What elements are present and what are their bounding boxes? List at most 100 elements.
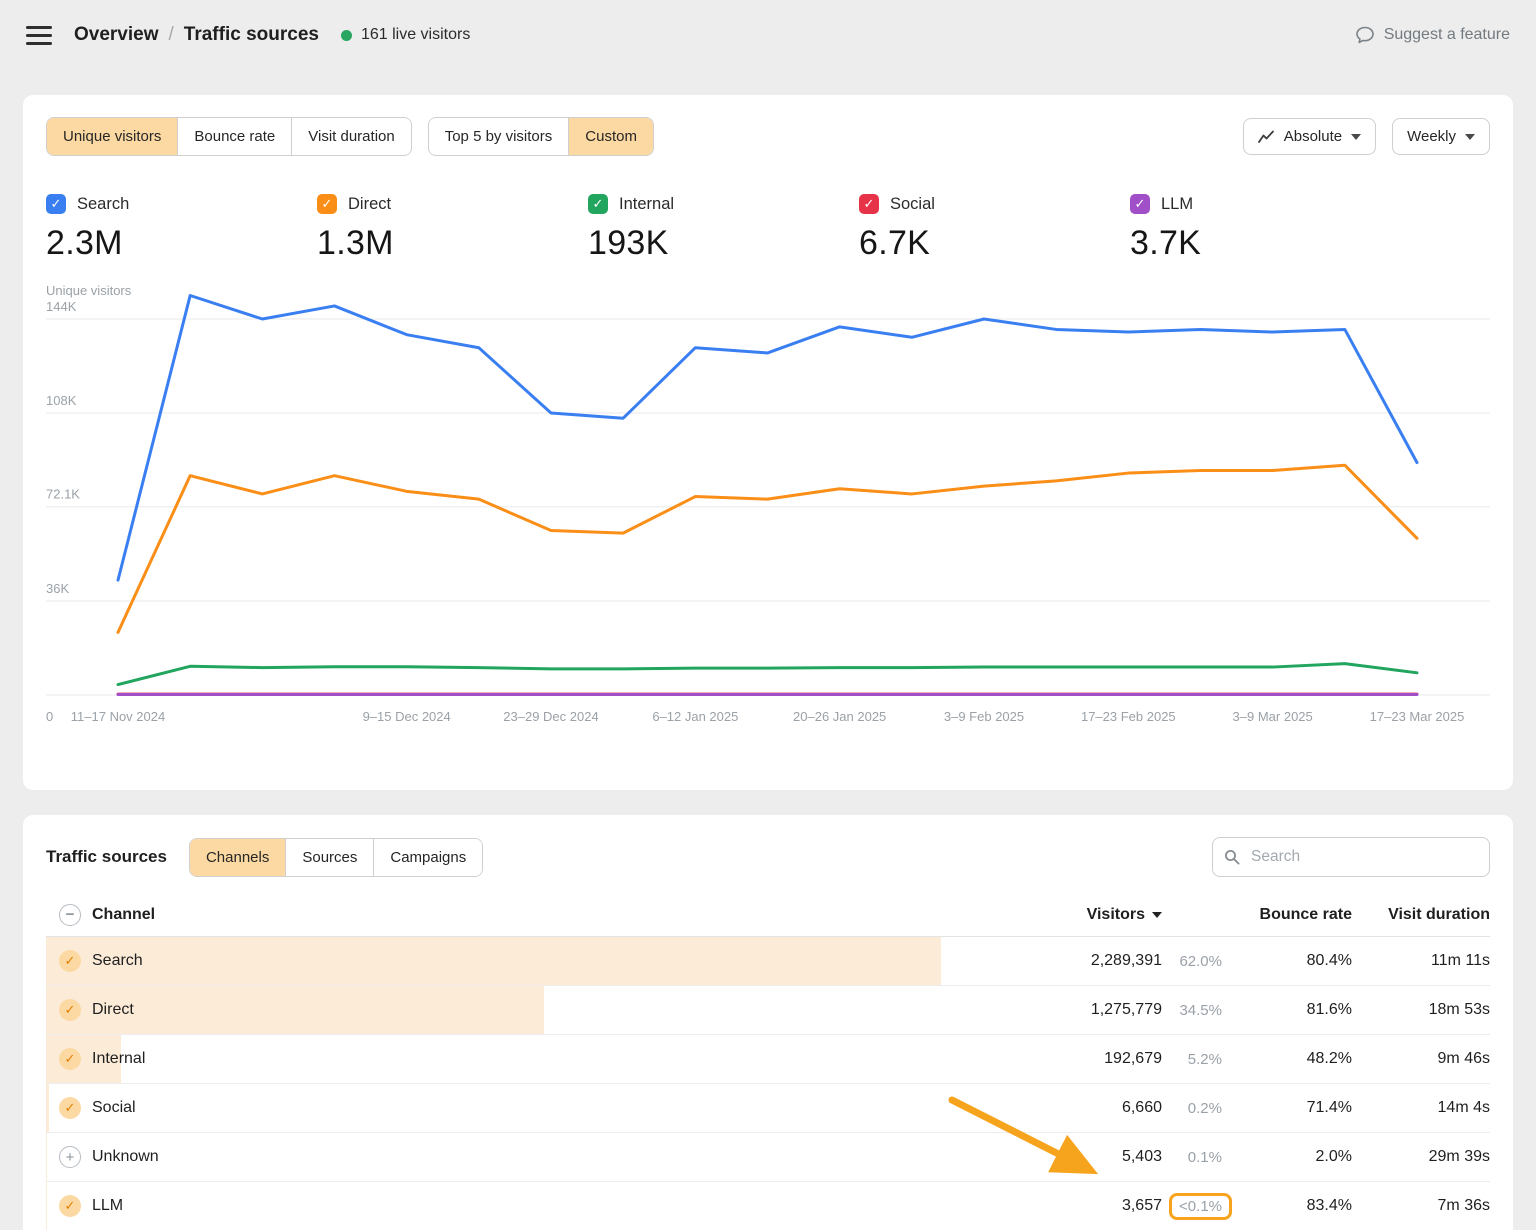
tab-visit-duration[interactable]: Visit duration (292, 118, 410, 155)
search-icon (1224, 849, 1240, 865)
collapse-all-icon[interactable]: − (59, 904, 81, 926)
channel-name[interactable]: Search (92, 952, 982, 970)
bounce-rate-value: 48.2% (1222, 1050, 1352, 1068)
svg-text:9–15 Dec 2024: 9–15 Dec 2024 (363, 709, 451, 724)
svg-text:108K: 108K (46, 393, 77, 408)
bounce-rate-value: 71.4% (1222, 1099, 1352, 1117)
traffic-sources-card: Traffic sources Channels Sources Campaig… (23, 815, 1513, 1230)
suggest-feature-button[interactable]: Suggest a feature (1355, 25, 1510, 45)
visitors-value: 2,289,391 (982, 952, 1162, 970)
legend-value: 2.3M (46, 224, 317, 263)
table-row-search: ✓ Search 2,289,391 62.0% 80.4% 11m 11s (46, 937, 1490, 986)
table-row-direct: ✓ Direct 1,275,779 34.5% 81.6% 18m 53s (46, 986, 1490, 1035)
table-header: − Channel Visitors Bounce rate Visit dur… (46, 893, 1490, 937)
absolute-dropdown[interactable]: Absolute (1243, 118, 1376, 155)
visitors-value: 1,275,779 (982, 1001, 1162, 1019)
legend-checkbox[interactable]: ✓ (588, 194, 608, 214)
chart-toolbar: Unique visitors Bounce rate Visit durati… (46, 117, 1490, 156)
weekly-dropdown[interactable]: Weekly (1392, 118, 1490, 155)
table-row-unknown: + Unknown 5,403 0.1% 2.0% 29m 39s (46, 1133, 1490, 1182)
legend-label: Internal (619, 195, 674, 214)
legend-checkbox[interactable]: ✓ (46, 194, 66, 214)
visit-duration-value: 29m 39s (1352, 1148, 1490, 1166)
column-visit-duration[interactable]: Visit duration (1352, 906, 1490, 924)
visit-duration-value: 18m 53s (1352, 1001, 1490, 1019)
chart-legend: ✓ Search 2.3M ✓ Direct 1.3M ✓ Internal 1… (46, 194, 1490, 263)
table-row-llm: ✓ LLM 3,657 <0.1% 83.4% 7m 36s (46, 1182, 1490, 1230)
live-visitors-label: 161 live visitors (361, 26, 470, 44)
tab-top-5-by-visitors[interactable]: Top 5 by visitors (429, 118, 570, 155)
legend-item-direct[interactable]: ✓ Direct 1.3M (317, 194, 588, 263)
chat-bubble-icon (1355, 25, 1375, 45)
check-icon[interactable]: ✓ (59, 999, 81, 1021)
visitors-value: 6,660 (982, 1099, 1162, 1117)
visitors-share: 5.2% (1188, 1051, 1222, 1068)
svg-text:3–9 Feb 2025: 3–9 Feb 2025 (944, 709, 1024, 724)
suggest-feature-label: Suggest a feature (1384, 26, 1510, 44)
sort-visitors[interactable]: Visitors (982, 906, 1162, 924)
bounce-rate-value: 81.6% (1222, 1001, 1352, 1019)
bounce-rate-value: 80.4% (1222, 952, 1352, 970)
check-icon[interactable]: ✓ (59, 1097, 81, 1119)
svg-text:144K: 144K (46, 299, 77, 314)
channels-table-body: ✓ Search 2,289,391 62.0% 80.4% 11m 11s ✓… (46, 937, 1490, 1230)
visitors-value: 192,679 (982, 1050, 1162, 1068)
traffic-chart: 144K108K72.1K36K0Unique visitors11–17 No… (46, 281, 1490, 733)
legend-checkbox[interactable]: ✓ (317, 194, 337, 214)
menu-icon[interactable] (26, 26, 52, 45)
table-row-internal: ✓ Internal 192,679 5.2% 48.2% 9m 46s (46, 1035, 1490, 1084)
column-channel: Channel (92, 906, 982, 924)
legend-value: 1.3M (317, 224, 588, 263)
visitors-value: 5,403 (982, 1148, 1162, 1166)
search-input[interactable] (1212, 837, 1490, 877)
legend-item-llm[interactable]: ✓ LLM 3.7K (1130, 194, 1401, 263)
legend-value: 193K (588, 224, 859, 263)
live-visitors: 161 live visitors (341, 26, 470, 44)
channel-name[interactable]: Direct (92, 1001, 982, 1019)
svg-text:0: 0 (46, 709, 53, 724)
legend-label: Social (890, 195, 935, 214)
column-bounce-rate[interactable]: Bounce rate (1222, 906, 1352, 924)
svg-text:3–9 Mar 2025: 3–9 Mar 2025 (1233, 709, 1313, 724)
legend-item-internal[interactable]: ✓ Internal 193K (588, 194, 859, 263)
svg-text:72.1K: 72.1K (46, 487, 80, 502)
breadcrumb-page[interactable]: Traffic sources (184, 24, 319, 46)
topbar: Overview / Traffic sources 161 live visi… (0, 0, 1536, 70)
channel-name[interactable]: Internal (92, 1050, 982, 1068)
table-row-social: ✓ Social 6,660 0.2% 71.4% 14m 4s (46, 1084, 1490, 1133)
svg-text:Unique visitors: Unique visitors (46, 283, 132, 298)
svg-text:17–23 Feb 2025: 17–23 Feb 2025 (1081, 709, 1176, 724)
section-title: Traffic sources (46, 847, 167, 867)
svg-text:36K: 36K (46, 581, 69, 596)
check-icon[interactable]: ✓ (59, 1195, 81, 1217)
channel-name[interactable]: LLM (92, 1197, 982, 1215)
visitors-share: 0.2% (1188, 1100, 1222, 1117)
check-icon[interactable]: ✓ (59, 950, 81, 972)
expand-icon[interactable]: + (59, 1146, 81, 1168)
view-tabs: Top 5 by visitors Custom (428, 117, 654, 156)
channel-name[interactable]: Unknown (92, 1148, 982, 1166)
legend-checkbox[interactable]: ✓ (859, 194, 879, 214)
tab-channels[interactable]: Channels (190, 839, 286, 876)
breadcrumb-separator: / (169, 24, 174, 46)
tab-bounce-rate[interactable]: Bounce rate (178, 118, 292, 155)
visitors-value: 3,657 (982, 1197, 1162, 1215)
check-icon[interactable]: ✓ (59, 1048, 81, 1070)
legend-item-search[interactable]: ✓ Search 2.3M (46, 194, 317, 263)
legend-label: Direct (348, 195, 391, 214)
chevron-down-icon (1465, 134, 1475, 140)
legend-value: 3.7K (1130, 224, 1401, 263)
tab-custom[interactable]: Custom (569, 118, 653, 155)
legend-label: LLM (1161, 195, 1193, 214)
chevron-down-icon (1351, 134, 1361, 140)
tab-sources[interactable]: Sources (286, 839, 374, 876)
legend-item-social[interactable]: ✓ Social 6.7K (859, 194, 1130, 263)
legend-checkbox[interactable]: ✓ (1130, 194, 1150, 214)
channel-name[interactable]: Social (92, 1099, 982, 1117)
visitors-share: 34.5% (1179, 1002, 1222, 1019)
breadcrumb-overview[interactable]: Overview (74, 24, 159, 46)
tab-campaigns[interactable]: Campaigns (374, 839, 482, 876)
visitors-share: 0.1% (1188, 1149, 1222, 1166)
bounce-rate-value: 83.4% (1222, 1197, 1352, 1215)
tab-unique-visitors[interactable]: Unique visitors (47, 118, 178, 155)
